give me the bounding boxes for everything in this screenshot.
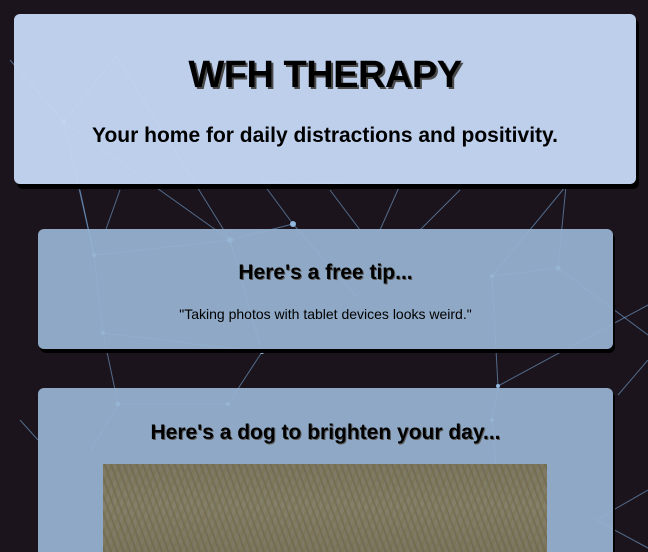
dog-card: Here's a dog to brighten your day...: [38, 388, 613, 552]
page: WFH THERAPY Your home for daily distract…: [0, 0, 648, 552]
dog-heading: Here's a dog to brighten your day...: [150, 421, 501, 444]
dog-photo: [103, 464, 547, 552]
site-subtitle: Your home for daily distractions and pos…: [92, 124, 558, 147]
site-title: WFH THERAPY: [188, 54, 462, 96]
tip-heading: Here's a free tip...: [238, 261, 413, 284]
tip-card: Here's a free tip... "Taking photos with…: [38, 229, 613, 349]
hero-card: WFH THERAPY Your home for daily distract…: [14, 14, 636, 184]
tip-text: "Taking photos with tablet devices looks…: [179, 306, 472, 322]
